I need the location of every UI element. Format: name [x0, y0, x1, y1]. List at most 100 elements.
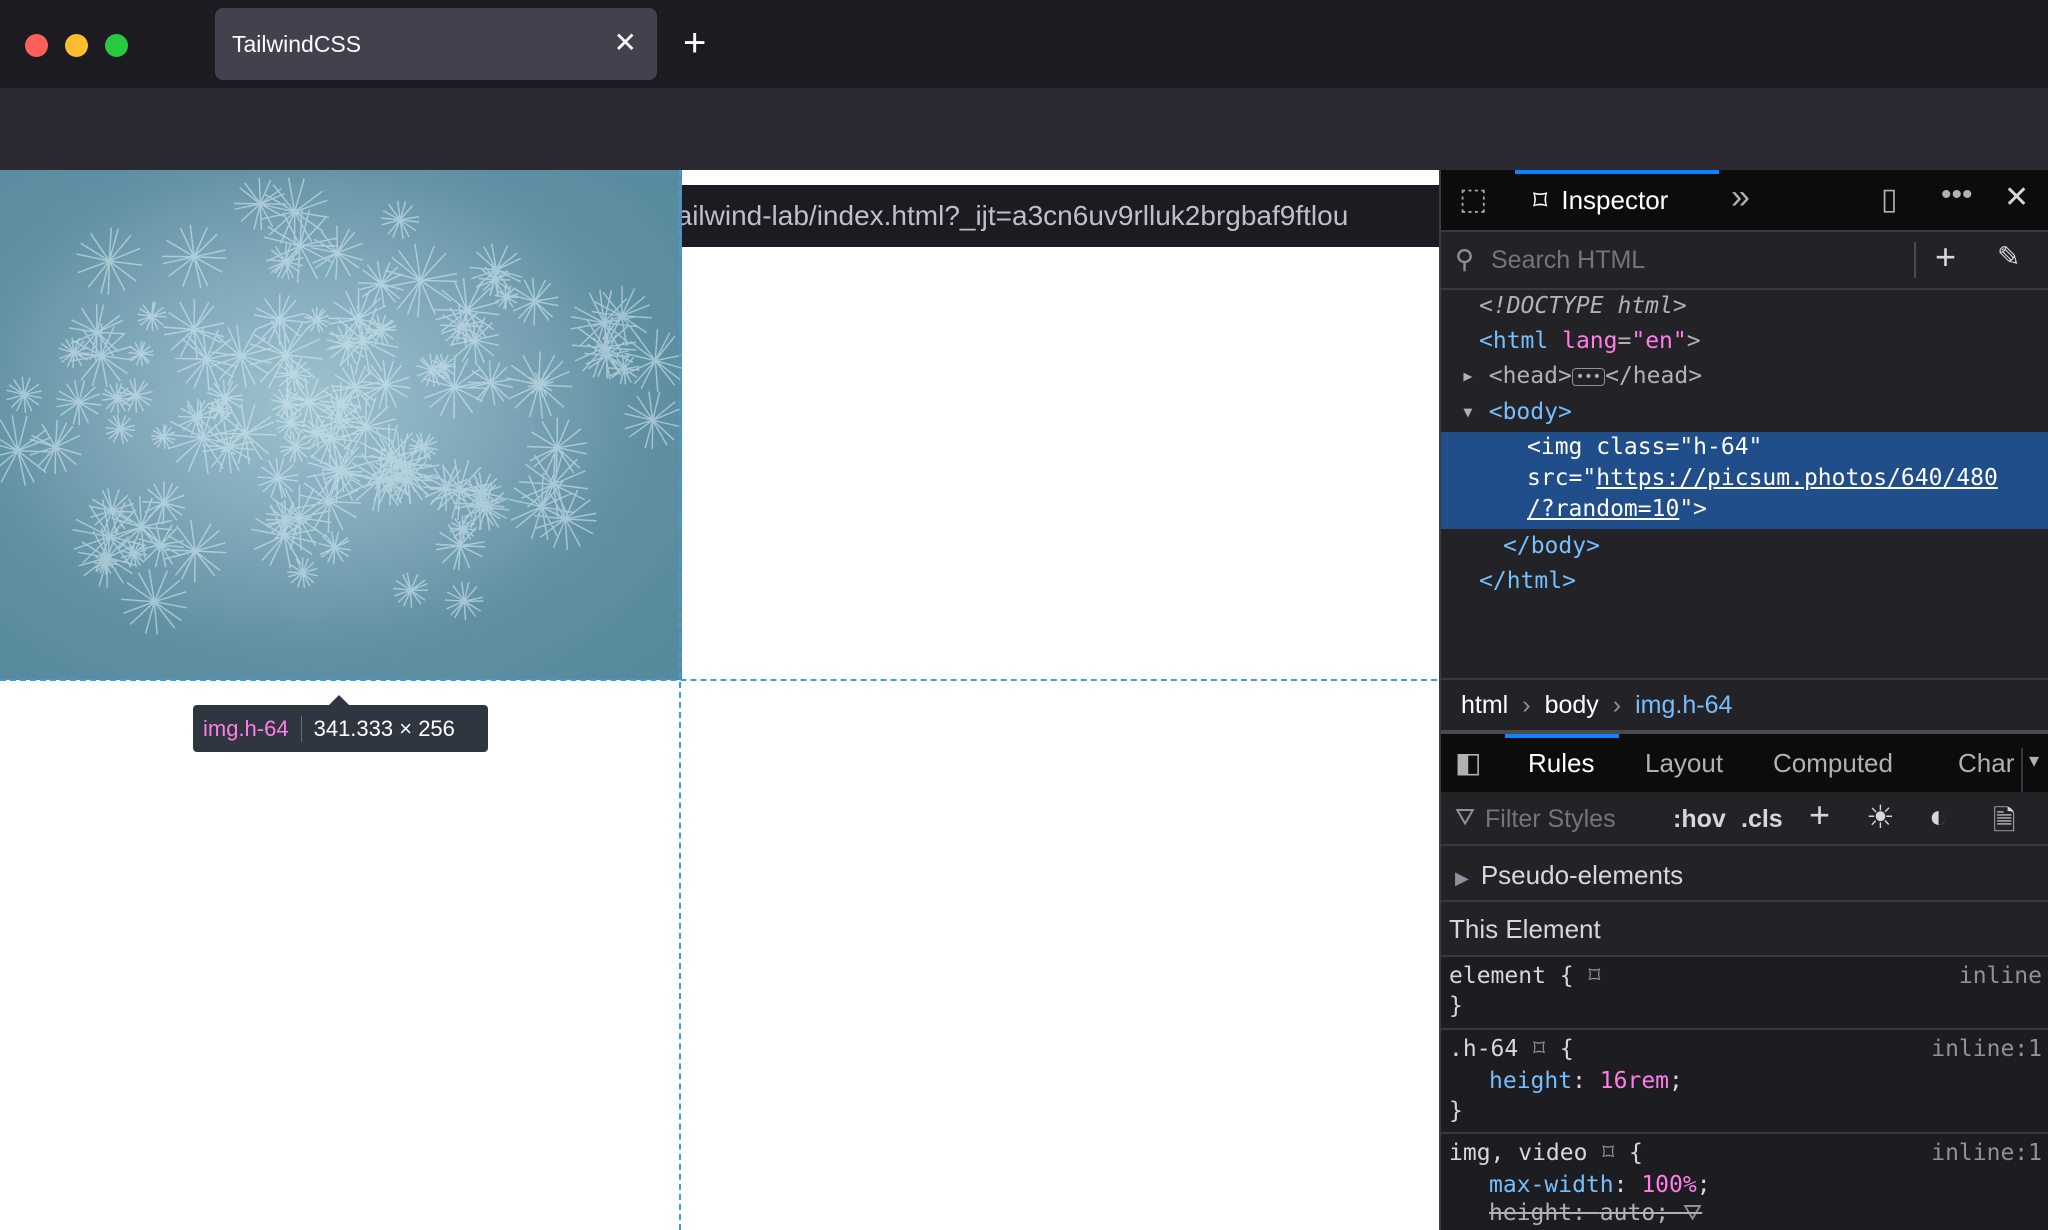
markup-body[interactable]: ▾ <body>	[1461, 399, 1572, 425]
inspector-icon: ⌑	[1533, 184, 1548, 216]
filter-styles-bar: ⛛ :hov .cls + ☀ ◐ 🗎	[1441, 792, 2048, 846]
seed-strokes	[0, 177, 682, 635]
add-node-icon[interactable]: +	[1935, 236, 1956, 278]
search-icon: ⚲	[1455, 244, 1475, 274]
markup-img-src[interactable]: src="https://picsum.photos/640/480	[1527, 465, 1998, 491]
more-options-icon[interactable]: •••	[1941, 178, 1973, 212]
expand-triangle-icon: ▶	[1455, 868, 1469, 888]
pseudo-label: Pseudo-elements	[1480, 860, 1684, 890]
element-picker-icon[interactable]: ⬚	[1459, 182, 1487, 217]
collapsed-content-icon[interactable]: •••	[1571, 367, 1606, 386]
url-path: :63342/tailwind-lab/index.html?_ijt=a3cn…	[575, 200, 1349, 231]
markup-body-close[interactable]: </body>	[1503, 533, 1600, 559]
panel-tabs: ◧ Rules Layout Computed Char ▾	[1441, 734, 2048, 792]
markup-img-line1[interactable]: <img class="h-64"	[1527, 434, 1762, 460]
add-rule-icon[interactable]: +	[1809, 794, 1830, 836]
filter-styles-input[interactable]	[1485, 801, 1665, 837]
head-close-tag: </head>	[1605, 363, 1703, 389]
property-value[interactable]: 100%	[1641, 1172, 1696, 1198]
browser-tab[interactable]: TailwindCSS ✕	[215, 8, 657, 80]
more-tabs-chevron-icon[interactable]: »	[1731, 178, 1750, 217]
new-tab-button[interactable]: +	[683, 18, 706, 68]
rule-selector: img, video	[1449, 1140, 1588, 1166]
html-tag: <html	[1479, 328, 1549, 354]
light-scheme-icon[interactable]: ☀	[1866, 798, 1895, 836]
expand-triangle-icon[interactable]: ▸	[1461, 363, 1475, 389]
close-tab-icon[interactable]: ✕	[614, 26, 637, 59]
node-icon: ⌑	[1587, 963, 1602, 989]
devtools-toolbar: ⬚ ⌑ Inspector » ▯ ••• ✕	[1441, 170, 2048, 232]
rule-source[interactable]: inline	[1959, 963, 2042, 989]
dark-scheme-icon[interactable]: ◐	[1929, 798, 1948, 835]
filter-icon: ⛛	[1455, 804, 1476, 831]
devtools-panel: ⬚ ⌑ Inspector » ▯ ••• ✕ ⚲ + ✎ <!DOCTYPE h…	[1439, 170, 2048, 1230]
tab-label: Inspector	[1561, 184, 1669, 215]
src-attr: src="	[1527, 465, 1597, 491]
img-end: ">	[1679, 496, 1708, 522]
collapse-triangle-icon[interactable]: ▾	[1461, 399, 1475, 425]
markup-head[interactable]: ▸ <head> ••• </head>	[1461, 363, 1702, 389]
search-html-bar: ⚲ + ✎	[1441, 232, 2048, 290]
rule-selector: element {	[1449, 963, 1574, 989]
rule-element[interactable]: element { ⌑ inline }	[1441, 957, 2048, 1030]
tab-changes[interactable]: Char	[1958, 748, 2014, 779]
tooltip-selector: img.h-64	[203, 715, 289, 741]
pseudo-elements-toggle[interactable]: ▶ Pseudo-elements	[1441, 846, 2048, 902]
page-image	[0, 170, 682, 680]
breadcrumb-body[interactable]: body	[1545, 691, 1599, 720]
lang-value: "en"	[1631, 328, 1687, 354]
declaration[interactable]: height: 16rem;	[1449, 1068, 2048, 1094]
overridden-declaration[interactable]: height: auto; ⛛	[1449, 1200, 2048, 1226]
property-name[interactable]: height	[1489, 1068, 1572, 1094]
search-html-input[interactable]	[1491, 242, 1841, 278]
property-name: height	[1489, 1200, 1573, 1226]
print-media-icon[interactable]: 🗎	[1993, 800, 2016, 848]
rule-img-video[interactable]: img, video ⌑ {inline:1 max-width: 100%; …	[1441, 1134, 2048, 1230]
body-tag: <body>	[1488, 399, 1572, 425]
highlight-guide-horizontal	[0, 679, 1437, 681]
property-name[interactable]: max-width	[1489, 1172, 1614, 1198]
src-link[interactable]: https://picsum.photos/640/480	[1596, 465, 1998, 491]
markup-img-src-cont[interactable]: /?random=10">	[1527, 496, 1707, 522]
breadcrumb-html[interactable]: html	[1461, 691, 1508, 720]
close-devtools-icon[interactable]: ✕	[2004, 180, 2029, 215]
this-element-heading: This Element	[1441, 902, 2048, 957]
dandelion-photo	[0, 177, 682, 635]
breadcrumb-img[interactable]: img.h-64	[1635, 691, 1732, 720]
node-icon: ⌑	[1532, 1036, 1546, 1062]
responsive-design-icon[interactable]: ▯	[1881, 182, 1898, 217]
tab-bar: TailwindCSS ✕ +	[0, 0, 2048, 88]
lang-attr: lang	[1562, 328, 1618, 354]
toggle-sidebar-icon[interactable]: ◧	[1455, 746, 1481, 779]
head-tag: <head>	[1488, 363, 1572, 389]
element-tooltip: img.h-64 341.333 × 256	[193, 695, 488, 752]
node-icon: ⌑	[1601, 1140, 1616, 1166]
minimize-window-button[interactable]	[65, 34, 88, 57]
tab-title: TailwindCSS	[232, 30, 362, 57]
rule-source[interactable]: inline:1	[1931, 1140, 2042, 1166]
tab-inspector[interactable]: ⌑ Inspector	[1515, 170, 1719, 230]
markup-html-close[interactable]: </html>	[1479, 568, 1576, 594]
filter-icon[interactable]: ⛛	[1683, 1200, 1702, 1226]
property-value: auto	[1599, 1200, 1656, 1226]
declaration[interactable]: max-width: 100%;	[1449, 1172, 2048, 1198]
tab-rules[interactable]: Rules	[1528, 748, 1594, 779]
cls-toggle[interactable]: .cls	[1741, 805, 1783, 834]
src-link-cont[interactable]: /?random=10	[1527, 496, 1679, 522]
rule-source[interactable]: inline:1	[1931, 1036, 2042, 1062]
tab-layout[interactable]: Layout	[1645, 748, 1723, 779]
tabs-dropdown-icon[interactable]: ▾	[2021, 748, 2039, 792]
hov-toggle[interactable]: :hov	[1673, 805, 1726, 834]
rule-h-64[interactable]: .h-64 ⌑ {inline:1 height: 16rem; }	[1441, 1030, 2048, 1134]
rule-selector: .h-64	[1449, 1036, 1519, 1062]
markup-doctype[interactable]: <!DOCTYPE html>	[1479, 293, 1687, 319]
markup-html-open[interactable]: <html lang="en">	[1479, 328, 1701, 354]
breadcrumb: html › body › img.h-64	[1441, 678, 2048, 734]
tab-computed[interactable]: Computed	[1773, 748, 1893, 779]
tooltip-size: 341.333 × 256	[313, 715, 455, 741]
close-window-button[interactable]	[25, 34, 48, 57]
eyedropper-icon[interactable]: ✎	[1997, 240, 2020, 273]
maximize-window-button[interactable]	[105, 34, 128, 57]
property-value[interactable]: 16rem	[1600, 1068, 1669, 1094]
highlight-guide-vertical	[679, 170, 681, 1230]
